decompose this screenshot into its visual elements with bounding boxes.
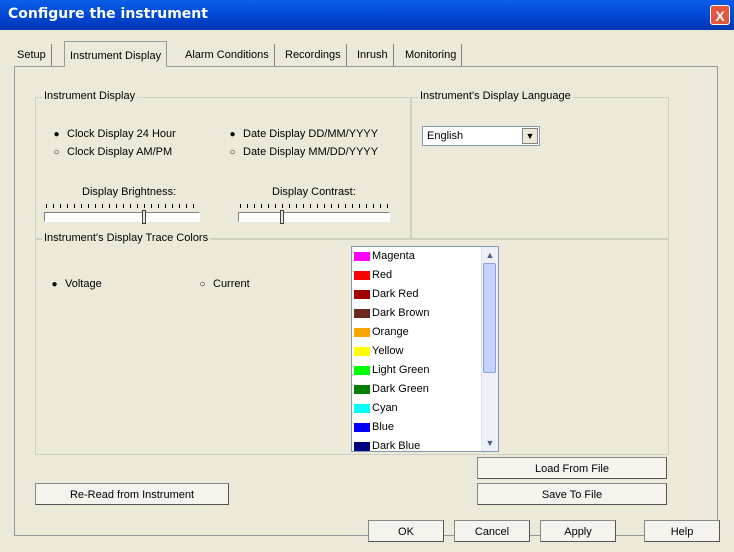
language-value: English — [427, 130, 464, 142]
close-button[interactable]: X — [710, 5, 730, 25]
list-scrollbar[interactable]: ▲ ▼ — [481, 247, 498, 451]
brightness-slider[interactable] — [44, 212, 200, 222]
language-select[interactable]: English ▼ — [422, 126, 540, 146]
color-label: Dark Green — [372, 383, 429, 395]
contrast-label: Display Contrast: — [272, 186, 356, 198]
group-label: Instrument's Display Trace Colors — [42, 232, 211, 244]
radio-label: Clock Display 24 Hour — [67, 128, 176, 140]
radio-label: Current — [213, 278, 250, 290]
contrast-ticks — [240, 204, 388, 208]
radio-label: Clock Display AM/PM — [67, 146, 173, 158]
color-label: Dark Red — [372, 288, 419, 300]
color-label: Light Green — [372, 364, 430, 376]
color-label: Cyan — [372, 402, 398, 414]
radio-label: Date Display MM/DD/YYYY — [243, 146, 379, 158]
reread-from-instrument-button[interactable]: Re-Read from Instrument — [35, 483, 229, 505]
list-item[interactable]: Light Green — [354, 361, 429, 380]
scroll-down-icon[interactable]: ▼ — [483, 436, 497, 450]
list-item[interactable]: Blue — [354, 418, 394, 437]
tab-instrument-display[interactable]: Instrument Display — [64, 41, 168, 67]
color-label: Dark Brown — [372, 307, 430, 319]
color-swatch — [354, 251, 370, 261]
save-to-file-button[interactable]: Save To File — [477, 483, 667, 505]
color-swatch — [354, 384, 370, 394]
contrast-slider[interactable] — [238, 212, 390, 222]
list-item[interactable]: Red — [354, 266, 392, 285]
radio-selected-icon: ● — [229, 129, 236, 140]
list-item[interactable]: Dark Blue — [354, 437, 421, 452]
radio-empty-icon: ○ — [53, 147, 60, 158]
color-swatch — [354, 270, 370, 280]
color-swatch — [354, 422, 370, 432]
tab-inrush[interactable]: Inrush — [352, 44, 394, 66]
tab-monitoring[interactable]: Monitoring — [400, 44, 463, 66]
color-swatch — [354, 441, 370, 451]
color-swatch — [354, 327, 370, 337]
color-label: Red — [372, 269, 393, 281]
title-bar: Configure the instrument X — [0, 0, 734, 30]
date-mmdd-radio[interactable]: ○ Date Display MM/DD/YYYY — [228, 146, 378, 159]
list-item[interactable]: Cyan — [354, 399, 398, 418]
list-item[interactable]: Yellow — [354, 342, 403, 361]
brightness-label: Display Brightness: — [82, 186, 177, 198]
color-swatch — [354, 346, 370, 356]
color-label: Magenta — [372, 250, 415, 262]
cancel-button[interactable]: Cancel — [454, 520, 530, 542]
radio-empty-icon: ○ — [199, 279, 206, 290]
color-swatch — [354, 308, 370, 318]
brightness-ticks — [46, 204, 198, 208]
ok-button[interactable]: OK — [368, 520, 444, 542]
help-button[interactable]: Help — [644, 520, 720, 542]
date-ddmm-radio[interactable]: ● Date Display DD/MM/YYYY — [228, 128, 378, 141]
scrollbar-thumb[interactable] — [483, 263, 496, 373]
color-label: Orange — [372, 326, 409, 338]
tab-alarm-conditions[interactable]: Alarm Conditions — [180, 44, 275, 66]
language-group: Instrument's Display Language English ▼ — [411, 90, 669, 239]
current-radio[interactable]: ○ Current — [198, 278, 250, 291]
list-item[interactable]: Dark Green — [354, 380, 429, 399]
color-swatch — [354, 403, 370, 413]
scroll-up-icon[interactable]: ▲ — [483, 248, 497, 262]
group-label: Instrument Display — [42, 90, 138, 102]
tab-recordings[interactable]: Recordings — [280, 44, 347, 66]
load-from-file-button[interactable]: Load From File — [477, 457, 667, 479]
color-label: Dark Blue — [372, 440, 421, 452]
contrast-slider-thumb[interactable] — [280, 210, 284, 224]
radio-label: Date Display DD/MM/YYYY — [243, 128, 379, 140]
radio-empty-icon: ○ — [229, 147, 236, 158]
list-item[interactable]: Orange — [354, 323, 409, 342]
group-label: Instrument's Display Language — [418, 90, 573, 102]
voltage-radio[interactable]: ● Voltage — [50, 278, 102, 291]
trace-color-list[interactable]: Magenta Red Dark Red Dark Brown Orange Y… — [351, 246, 499, 452]
window-title: Configure the instrument — [8, 6, 208, 22]
brightness-slider-thumb[interactable] — [142, 210, 146, 224]
radio-label: Voltage — [65, 278, 102, 290]
radio-selected-icon: ● — [53, 129, 60, 140]
chevron-down-icon[interactable]: ▼ — [522, 128, 538, 144]
color-swatch — [354, 365, 370, 375]
color-swatch — [354, 289, 370, 299]
list-item[interactable]: Magenta — [354, 247, 415, 266]
tab-panel: Instrument Display ● Clock Display 24 Hou… — [14, 66, 718, 536]
radio-selected-icon: ● — [51, 279, 58, 290]
color-label: Blue — [372, 421, 395, 433]
color-label: Yellow — [372, 345, 404, 357]
clock-ampm-radio[interactable]: ○ Clock Display AM/PM — [52, 146, 172, 159]
trace-colors-group: Instrument's Display Trace Colors ● Volta… — [35, 232, 669, 455]
list-item[interactable]: Dark Red — [354, 285, 418, 304]
clock-24-radio[interactable]: ● Clock Display 24 Hour — [52, 128, 176, 141]
instrument-display-group: Instrument Display ● Clock Display 24 Hou… — [35, 90, 411, 239]
apply-button[interactable]: Apply — [540, 520, 616, 542]
list-item[interactable]: Dark Brown — [354, 304, 429, 323]
tab-setup[interactable]: Setup — [12, 44, 52, 66]
